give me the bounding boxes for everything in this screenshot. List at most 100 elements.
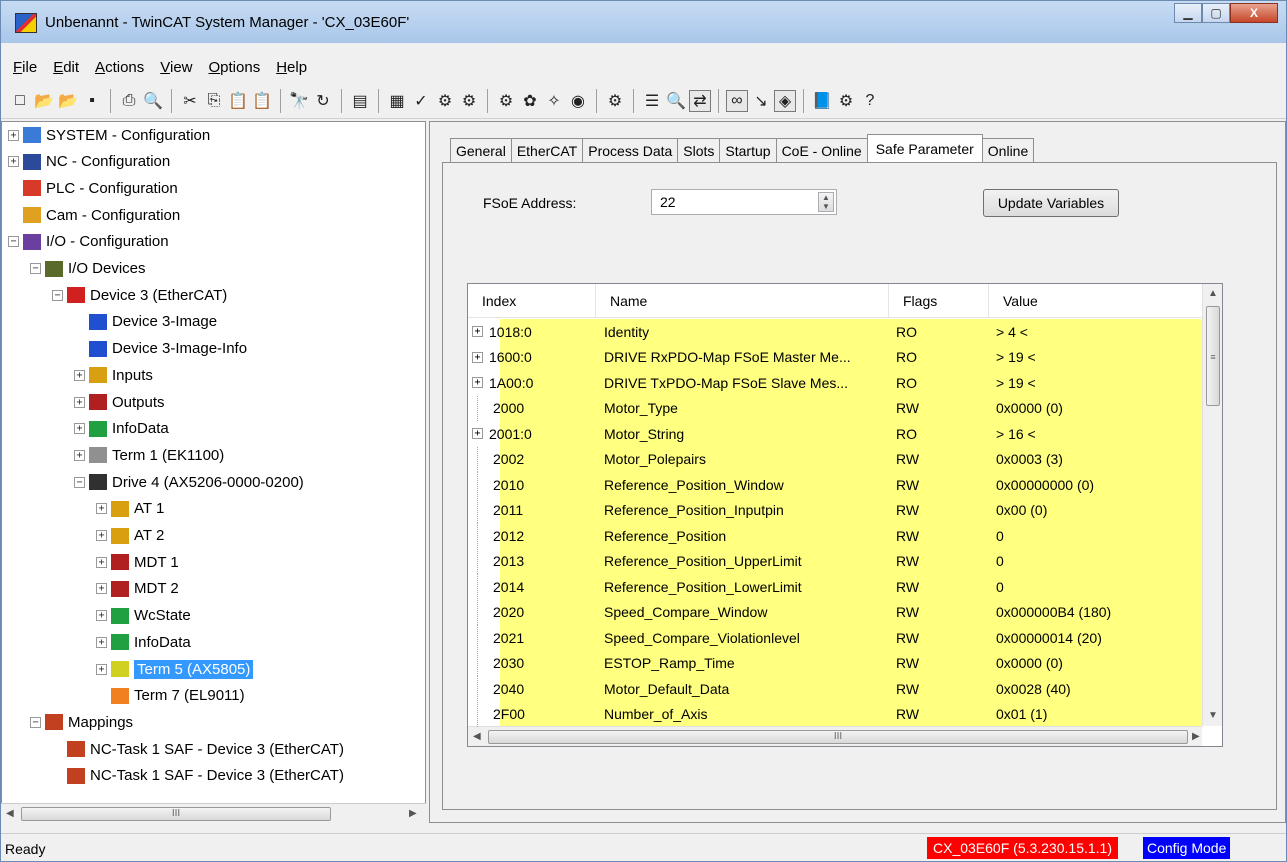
menu-view[interactable]: View (152, 59, 200, 76)
link-icon[interactable]: ↘ (750, 90, 772, 112)
expand-icon[interactable]: + (8, 129, 19, 141)
tab-online[interactable]: Online (981, 138, 1035, 162)
list-row[interactable]: 2F00 Number_of_Axis RW 0x01 (1) (468, 701, 1202, 727)
update-variables-button[interactable]: Update Variables (983, 189, 1119, 217)
expand-icon[interactable]: + (74, 369, 85, 381)
toggle-free-run-icon[interactable]: ⚙ (604, 90, 626, 112)
collapse-icon[interactable]: − (30, 716, 41, 728)
tree-node[interactable]: PLC - Configuration (8, 175, 178, 201)
tree-node[interactable]: + SYSTEM - Configuration (8, 122, 210, 148)
tab-ethercat[interactable]: EtherCAT (510, 138, 584, 162)
close-button[interactable]: X (1230, 3, 1278, 23)
activate-configuration-icon[interactable]: ⚙ (434, 90, 456, 112)
tab-general[interactable]: General (450, 138, 512, 162)
expand-icon[interactable]: + (74, 449, 85, 461)
list-hscroll-thumb[interactable]: III (488, 730, 1188, 744)
tree-node[interactable]: + InfoData (96, 629, 191, 655)
list-row[interactable]: 2021 Speed_Compare_Violationlevel RW 0x0000… (468, 625, 1202, 651)
tab-startup[interactable]: Startup (719, 138, 777, 162)
gear-icon[interactable]: ⚙ (835, 90, 857, 112)
expand-icon[interactable]: + (96, 556, 107, 568)
show-sub-items-icon[interactable]: ∞ (726, 89, 748, 112)
list-row[interactable]: 2020 Speed_Compare_Window RW 0x000000B4 (18… (468, 599, 1202, 625)
configuration-tree[interactable]: + SYSTEM - Configuration + NC - Configurati… (1, 121, 426, 823)
expand-icon[interactable]: + (472, 351, 483, 363)
menu-file[interactable]: File (5, 59, 45, 76)
expand-icon[interactable]: + (472, 326, 483, 338)
fsoe-address-spinner[interactable]: 22 ▲ ▼ (651, 189, 837, 215)
expand-icon[interactable]: + (472, 377, 483, 389)
tree-node[interactable]: + Inputs (74, 362, 153, 388)
tree-node[interactable]: − I/O - Configuration (8, 229, 169, 255)
find-next-icon[interactable]: ↻ (312, 90, 334, 112)
expand-icon[interactable]: + (96, 610, 107, 622)
tab-coe-online[interactable]: CoE - Online (775, 138, 868, 162)
collapse-icon[interactable]: − (30, 263, 41, 274)
tree-node[interactable]: Device 3-Image (74, 309, 217, 335)
tree-horizontal-scrollbar[interactable]: ◀ III ▶ (1, 803, 426, 823)
scroll-up-icon[interactable]: ▲ (1208, 288, 1218, 299)
tree-node[interactable]: − I/O Devices (30, 256, 146, 282)
list-row[interactable]: 2040 Motor_Default_Data RW 0x0028 (40) (468, 676, 1202, 702)
open-from-target-icon[interactable]: 📂 (57, 90, 79, 112)
maximize-button[interactable]: ▢ (1202, 3, 1230, 23)
find-icon[interactable]: 🔭 (288, 90, 310, 112)
help-book-icon[interactable]: 📘 (811, 90, 833, 112)
list-row[interactable]: 2002 Motor_Polepairs RW 0x0003 (3) (468, 446, 1202, 472)
list-row[interactable]: +1A00:0 DRIVE TxPDO-Map FSoE Slave Mes...… (468, 370, 1202, 396)
print-preview-icon[interactable]: 🔍 (142, 90, 164, 112)
tree-node[interactable]: + Outputs (74, 389, 165, 415)
show-hierarchy-icon[interactable]: ☰ (641, 90, 663, 112)
open-folder-icon[interactable]: 📂 (33, 90, 55, 112)
expand-icon[interactable]: + (74, 423, 85, 435)
column-index[interactable]: Index (468, 284, 596, 317)
paste-with-links-icon[interactable]: 📋 (251, 90, 273, 112)
copy-icon[interactable]: ⎘ (203, 90, 225, 112)
help-question-icon[interactable]: ? (859, 90, 881, 112)
tree-node[interactable]: + Term 5 (AX5805) (96, 656, 254, 682)
scroll-down-icon[interactable]: ▼ (1208, 710, 1218, 721)
list-horizontal-scrollbar[interactable]: ◀ III ▶ (468, 726, 1202, 746)
scroll-right-icon[interactable]: ▶ (409, 808, 417, 819)
list-row[interactable]: +1018:0 Identity RO > 4 < (468, 319, 1202, 345)
tab-process-data[interactable]: Process Data (582, 138, 679, 162)
tree-node[interactable]: + NC - Configuration (8, 149, 170, 175)
expand-icon[interactable]: + (96, 530, 107, 541)
collapse-icon[interactable]: − (52, 289, 63, 301)
title-bar[interactable]: Unbenannt - TwinCAT System Manager - 'CX… (1, 1, 1286, 43)
safe-parameter-list[interactable]: Index Name Flags Value +1018:0 Identity RO… (467, 283, 1223, 747)
menu-edit[interactable]: Edit (45, 59, 87, 76)
magic-wand-icon[interactable]: ✧ (543, 90, 565, 112)
generate-mappings-icon[interactable]: ▦ (386, 90, 408, 112)
paste-icon[interactable]: 📋 (227, 90, 249, 112)
list-row[interactable]: 2030 ESTOP_Ramp_Time RW 0x0000 (0) (468, 650, 1202, 676)
choose-target-icon[interactable]: ⚙ (495, 90, 517, 112)
list-scroll-left-icon[interactable]: ◀ (473, 731, 481, 742)
expand-icon[interactable]: + (8, 156, 19, 168)
menu-help[interactable]: Help (268, 59, 315, 76)
minimize-button[interactable]: ▁ (1174, 3, 1202, 23)
expand-icon[interactable]: + (74, 396, 85, 408)
tree-node[interactable]: + MDT 2 (96, 576, 179, 602)
list-vscroll-thumb[interactable]: ≡ (1206, 306, 1220, 406)
tree-node[interactable]: Term 7 (EL9011) (96, 683, 245, 709)
target-system-icon[interactable]: ◉ (567, 90, 589, 112)
scroll-left-icon[interactable]: ◀ (6, 808, 14, 819)
cut-icon[interactable]: ✂ (179, 90, 201, 112)
tab-slots[interactable]: Slots (677, 138, 721, 162)
tree-node[interactable]: Device 3-Image-Info (74, 336, 247, 362)
print-icon[interactable]: ⎙ (118, 90, 140, 112)
menu-actions[interactable]: Actions (87, 59, 152, 76)
list-scroll-right-icon[interactable]: ▶ (1192, 731, 1200, 742)
list-row[interactable]: 2014 Reference_Position_LowerLimit RW 0 (468, 574, 1202, 600)
list-row[interactable]: 2012 Reference_Position RW 0 (468, 523, 1202, 549)
tree-node[interactable]: + MDT 1 (96, 549, 179, 575)
expand-icon[interactable]: + (472, 428, 483, 440)
column-value[interactable]: Value (989, 284, 1202, 317)
list-vertical-scrollbar[interactable]: ▲ ≡ ▼ (1202, 284, 1222, 726)
collapse-icon[interactable]: − (74, 476, 85, 488)
zoom-icon[interactable]: 🔍 (665, 90, 687, 112)
tree-node[interactable]: + AT 2 (96, 523, 164, 549)
expand-icon[interactable]: + (96, 636, 107, 648)
scroll-thumb[interactable]: III (21, 807, 331, 821)
